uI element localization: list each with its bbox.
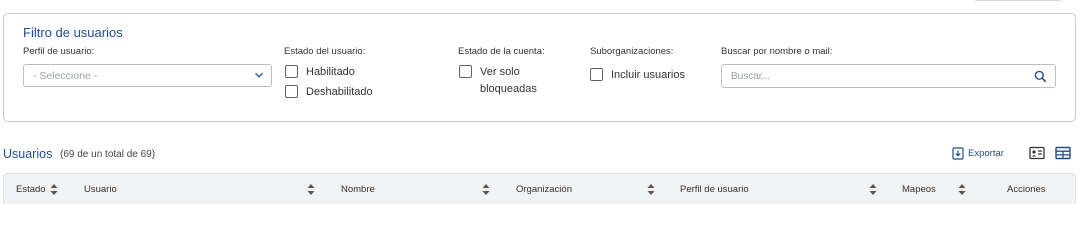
sort-icon[interactable] xyxy=(482,183,490,196)
profile-select[interactable]: - Seleccione - xyxy=(23,64,272,87)
users-title: Usuarios xyxy=(3,147,53,161)
top-button-stub[interactable] xyxy=(973,0,1063,1)
sort-icon[interactable] xyxy=(50,183,58,196)
include-users-checkbox[interactable] xyxy=(590,68,603,81)
enabled-checkbox[interactable] xyxy=(285,65,298,78)
status-disabled-option[interactable]: Deshabilitado xyxy=(285,84,373,101)
sort-icon[interactable] xyxy=(307,183,315,196)
locked-only-option[interactable]: Ver solo bloqueadas xyxy=(459,64,537,98)
locked-only-label-line1: Ver solo xyxy=(480,66,520,78)
col-acciones: Acciones xyxy=(1007,184,1046,195)
profile-select-value: - Seleccione - xyxy=(33,70,98,82)
col-perfil[interactable]: Perfil de usuario xyxy=(680,184,749,195)
filter-title: Filtro de usuarios xyxy=(23,25,123,40)
users-count: (69 de un total de 69) xyxy=(60,149,156,160)
status-enabled-option[interactable]: Habilitado xyxy=(285,64,355,81)
chevron-down-icon xyxy=(255,72,263,78)
search-icon[interactable] xyxy=(1034,70,1047,83)
disabled-label: Deshabilitado xyxy=(306,86,373,98)
include-users-label: Incluir usuarios xyxy=(611,69,685,81)
locked-only-checkbox[interactable] xyxy=(459,65,472,78)
disabled-checkbox[interactable] xyxy=(285,85,298,98)
suborgs-label: Suborganizaciones: xyxy=(590,46,674,57)
col-usuario[interactable]: Usuario xyxy=(84,184,117,195)
enabled-label: Habilitado xyxy=(306,66,355,78)
search-input[interactable]: Buscar... xyxy=(721,64,1056,88)
col-estado[interactable]: Estado xyxy=(16,184,46,195)
include-users-option[interactable]: Incluir usuarios xyxy=(590,67,685,84)
profile-label: Perfil de usuario: xyxy=(23,46,95,57)
sort-icon[interactable] xyxy=(869,183,877,196)
locked-only-label: Ver solo bloqueadas xyxy=(480,64,537,98)
card-view-icon[interactable] xyxy=(1029,146,1045,160)
col-organizacion[interactable]: Organización xyxy=(516,184,572,195)
export-button[interactable]: Exportar xyxy=(952,147,1004,160)
download-icon xyxy=(952,147,964,160)
user-filter-panel: Filtro de usuarios Perfil de usuario: - … xyxy=(3,13,1076,122)
search-placeholder: Buscar... xyxy=(731,71,770,82)
col-nombre[interactable]: Nombre xyxy=(341,184,375,195)
col-mapeos[interactable]: Mapeos xyxy=(902,184,936,195)
user-status-label: Estado del usuario: xyxy=(284,46,366,57)
sort-icon[interactable] xyxy=(647,183,655,196)
account-status-label: Estado de la cuenta: xyxy=(458,46,545,57)
users-table-header: Estado Usuario Nombre Organización Perfi… xyxy=(3,173,1076,204)
search-label: Buscar por nombre o mail: xyxy=(721,46,833,57)
export-label: Exportar xyxy=(968,148,1004,159)
locked-only-label-line2: bloqueadas xyxy=(480,83,537,95)
sort-icon[interactable] xyxy=(958,183,966,196)
table-view-icon[interactable] xyxy=(1055,146,1071,160)
